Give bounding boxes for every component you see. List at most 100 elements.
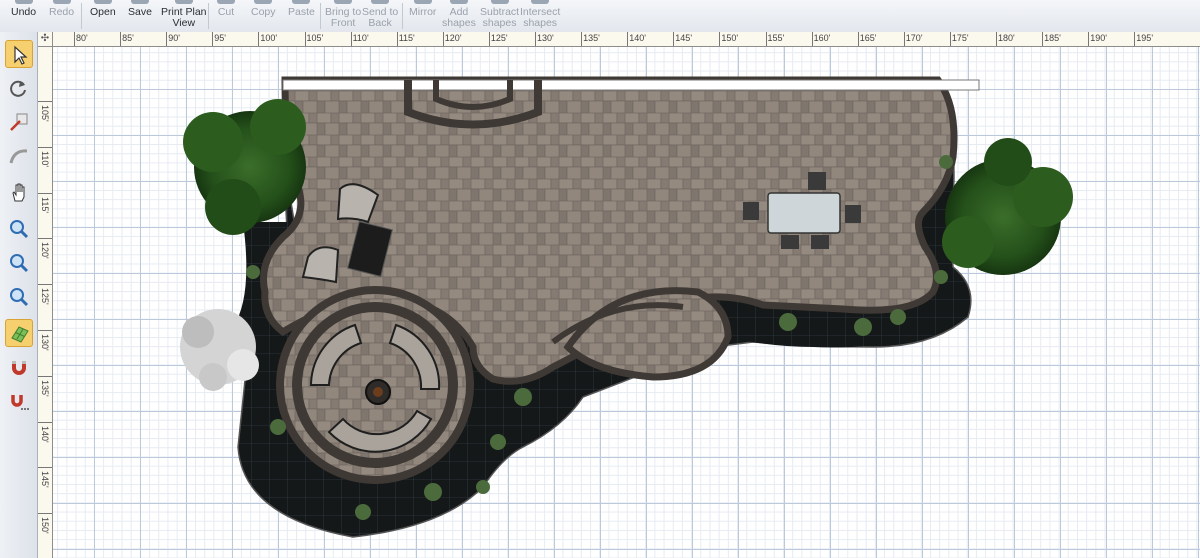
copy-icon (254, 0, 273, 4)
ruler-top-label: 125' (490, 33, 508, 43)
redo-button[interactable]: Redo (49, 0, 74, 32)
bring-to-front-label-2: Front (330, 17, 356, 29)
rotate-tool-button[interactable] (5, 74, 33, 102)
ruler-tick (74, 32, 75, 46)
redo-icon (52, 0, 71, 4)
cut-label: Cut (217, 6, 235, 18)
zoom-in-button[interactable] (5, 215, 33, 243)
grid-snap-icon (11, 326, 29, 343)
mirror-icon (413, 0, 432, 4)
ruler-left-label: 120' (40, 242, 50, 260)
toolbar-divider (208, 3, 209, 29)
patio-plan-drawing (180, 76, 1073, 538)
save-button[interactable]: Save (128, 0, 152, 32)
select-tool-icon (14, 45, 28, 65)
open-icon (93, 0, 112, 4)
ruler-tick (765, 32, 767, 46)
ruler-tick (535, 32, 536, 46)
bring-to-front-button[interactable]: Bring to Front (325, 0, 361, 32)
open-label: Open (90, 6, 116, 18)
toolbar: Undo Redo Open Save Print Plan View Cut … (0, 0, 1200, 33)
ruler-top-label: 110' (352, 33, 369, 43)
subtract-shapes-icon (490, 0, 509, 4)
subtract-shapes-button[interactable]: Subtract shapes (480, 0, 519, 32)
save-icon (130, 0, 149, 4)
arc-tool-button[interactable] (5, 142, 33, 170)
ruler-tick (38, 421, 52, 423)
ruler-top-label: 150' (721, 33, 739, 43)
ruler-tick (719, 32, 721, 46)
ruler-top-label: 95' (214, 33, 227, 43)
ruler-top-label: 85' (122, 33, 134, 43)
mirror-label: Mirror (409, 6, 437, 18)
ruler-top-label: 105' (306, 33, 324, 43)
ruler-top-label: 90' (168, 33, 180, 43)
ruler-tick (120, 32, 122, 46)
redo-label: Redo (49, 6, 75, 18)
intersect-shapes-icon (531, 0, 550, 4)
ruler-top-label: 120' (444, 33, 462, 43)
ruler-left-label: 145' (40, 471, 50, 489)
ruler-tick (38, 467, 52, 469)
copy-label: Copy (251, 6, 276, 18)
magnet-options-button[interactable] (5, 388, 33, 416)
ruler-tick (949, 32, 951, 46)
ruler-tick (304, 32, 306, 46)
send-to-back-label-2: Back (368, 17, 392, 29)
ruler-top-label: 170' (905, 33, 923, 43)
print-plan-view-button[interactable]: Print Plan View (161, 0, 207, 32)
ruler-tick (1088, 32, 1090, 46)
ruler-tick (811, 32, 813, 46)
ruler-origin-icon[interactable]: ✣ (38, 32, 53, 47)
ruler-top-label: 100' (260, 33, 278, 43)
mirror-button[interactable]: Mirror (409, 0, 436, 32)
ruler-tick (1134, 32, 1136, 46)
arc-tool-icon (9, 149, 28, 164)
ruler-tick (996, 32, 997, 46)
select-tool-button[interactable] (5, 40, 33, 68)
open-button[interactable]: Open (90, 0, 116, 32)
intersect-shapes-button[interactable]: Intersect shapes (520, 0, 560, 32)
ruler-tick (212, 32, 214, 46)
zoom-fit-button[interactable] (5, 283, 33, 311)
paste-label: Paste (288, 6, 315, 18)
undo-button[interactable]: Undo (11, 0, 36, 32)
grid-snap-button[interactable] (5, 319, 33, 347)
toolbar-divider (81, 3, 82, 29)
add-shapes-label-2: shapes (442, 17, 476, 29)
fire-pit-patio (276, 286, 474, 484)
horizontal-ruler: 80' 85' 90' 95' 100' 105' 110' 115' 120' 125' 130'… (38, 32, 1200, 47)
ruler-tick (38, 192, 52, 194)
cut-button[interactable]: Cut (217, 0, 235, 32)
magnet-snap-button[interactable] (5, 354, 33, 382)
send-to-back-button[interactable]: Send to Back (362, 0, 398, 32)
ruler-tick (396, 32, 398, 46)
zoom-out-button[interactable] (5, 249, 33, 277)
undo-label: Undo (11, 6, 37, 18)
ruler-top-label: 130' (537, 33, 554, 43)
rotate-tool-icon (10, 80, 26, 97)
resize-tool-button[interactable] (5, 108, 33, 136)
pan-hand-button[interactable] (5, 178, 33, 206)
add-shapes-icon (449, 0, 468, 4)
zoom-out-icon (10, 254, 29, 273)
copy-button[interactable]: Copy (251, 0, 276, 32)
ruler-left-label: 105' (40, 105, 50, 122)
resize-tool-icon (10, 113, 28, 131)
cut-icon (217, 0, 235, 4)
ruler-top-label: 140' (629, 33, 646, 43)
ruler-top-label: 180' (998, 33, 1015, 43)
ruler-left-label: 110' (40, 150, 50, 167)
tool-palette (0, 32, 38, 558)
toolbar-divider (402, 3, 403, 29)
ruler-top-label: 115' (398, 33, 415, 43)
ruler-tick (258, 32, 260, 46)
ruler-top-label: 185' (1044, 33, 1061, 43)
ruler-tick (673, 32, 675, 46)
zoom-in-icon (10, 220, 29, 239)
plan-canvas[interactable] (53, 47, 1200, 558)
paste-button[interactable]: Paste (288, 0, 315, 32)
add-shapes-button[interactable]: Add shapes (442, 0, 476, 32)
intersect-shapes-label-2: shapes (523, 17, 558, 29)
ruler-tick (350, 32, 352, 46)
